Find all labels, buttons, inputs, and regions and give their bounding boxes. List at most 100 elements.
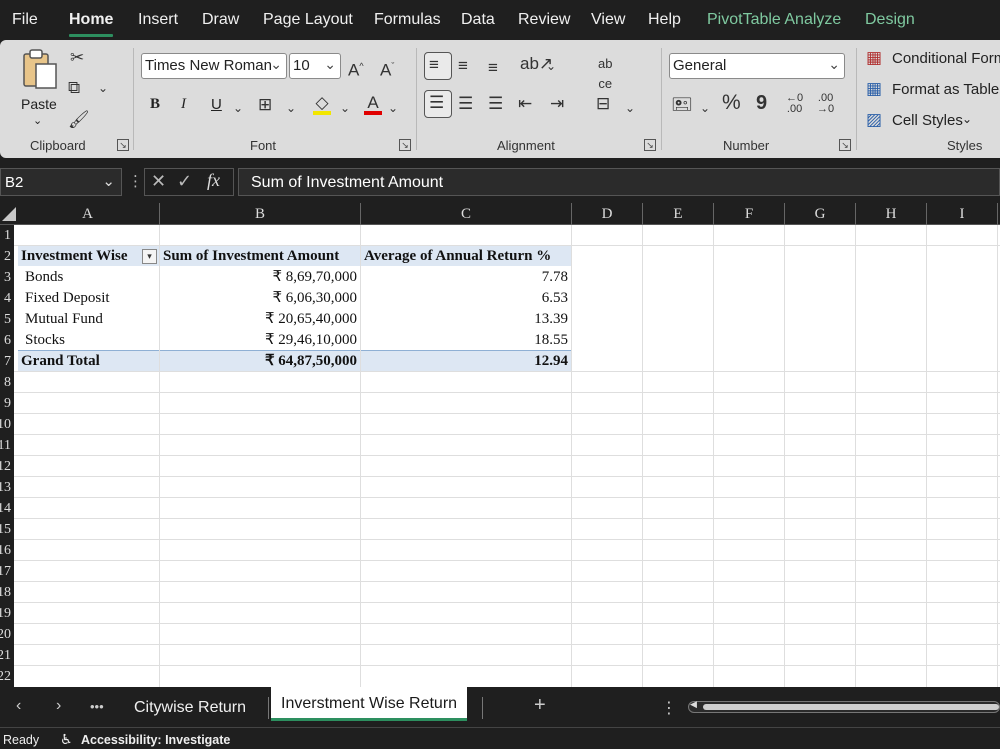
menu-insert[interactable]: Insert <box>138 11 178 29</box>
horizontal-scrollbar[interactable]: ◀ <box>688 699 1000 713</box>
col-header-d[interactable]: D <box>572 203 643 225</box>
pivot-grand-total-avg[interactable]: 12.94 <box>361 351 571 372</box>
more-options-icon[interactable]: ⋮ <box>661 698 677 718</box>
top-align-button[interactable]: ≡ <box>424 52 452 80</box>
borders-icon[interactable]: ⊞ <box>258 95 272 115</box>
chevron-down-icon[interactable]: ⌄ <box>340 98 350 118</box>
pivot-header-avg-return[interactable]: Average of Annual Return % <box>361 246 571 267</box>
row-header[interactable]: 1 <box>4 225 11 246</box>
font-size-select[interactable]: 10 ⌄ <box>289 53 341 79</box>
row-header[interactable]: 4 <box>4 288 11 309</box>
pivot-row-amount[interactable]: ₹ 29,46,10,000 <box>160 330 360 351</box>
chevron-down-icon[interactable]: ⌄ <box>625 98 635 118</box>
col-header-f[interactable]: F <box>714 203 785 225</box>
sheet-tab-investment-wise-return[interactable]: Inverstment Wise Return <box>271 687 468 721</box>
row-header[interactable]: 12 <box>0 456 11 477</box>
pivot-row-label[interactable]: Bonds <box>22 267 158 288</box>
align-left-button[interactable]: ☰ <box>424 90 452 118</box>
menu-data[interactable]: Data <box>461 11 495 29</box>
col-header-e[interactable]: E <box>643 203 714 225</box>
pivot-grand-total-label[interactable]: Grand Total <box>18 351 158 372</box>
row-header[interactable]: 13 <box>0 477 11 498</box>
row-header[interactable]: 2 <box>4 246 11 267</box>
pivot-row-amount[interactable]: ₹ 20,65,40,000 <box>160 309 360 330</box>
wrap-text-icon[interactable]: ab ce <box>598 54 612 94</box>
italic-button[interactable]: I <box>181 96 186 113</box>
pivot-row-avg[interactable]: 7.78 <box>361 267 571 288</box>
align-right-icon[interactable]: ☰ <box>488 94 503 114</box>
chevron-down-icon[interactable]: ⌄ <box>700 98 710 118</box>
align-center-icon[interactable]: ☰ <box>458 94 473 114</box>
copy-icon[interactable]: ⧉ <box>68 78 80 98</box>
font-color-icon[interactable]: A <box>364 93 382 115</box>
row-header[interactable]: 19 <box>0 603 11 624</box>
row-header[interactable]: 7 <box>4 351 11 372</box>
menu-page-layout[interactable]: Page Layout <box>263 11 353 29</box>
row-header[interactable]: 6 <box>4 330 11 351</box>
pivot-row-label[interactable]: Fixed Deposit <box>22 288 158 309</box>
scroll-left-icon[interactable]: ◀ <box>690 699 697 710</box>
row-header[interactable]: 11 <box>0 435 11 456</box>
pivot-row-amount[interactable]: ₹ 8,69,70,000 <box>160 267 360 288</box>
merge-center-icon[interactable]: ⊟ <box>596 94 610 114</box>
menu-help[interactable]: Help <box>648 11 681 29</box>
dialog-launcher-icon[interactable]: ↘ <box>839 139 851 151</box>
menu-pivottable-analyze[interactable]: PivotTable Analyze <box>707 11 841 29</box>
col-header-a[interactable]: A <box>16 203 160 225</box>
row-header[interactable]: 22 <box>0 666 11 687</box>
previous-sheet-icon[interactable]: ‹ <box>16 697 21 715</box>
cut-icon[interactable]: ✂ <box>70 48 84 68</box>
pivot-row-label[interactable]: Mutual Fund <box>22 309 158 330</box>
increase-decimal-icon[interactable]: ←0.00 <box>786 93 803 115</box>
pivot-row-amount[interactable]: ₹ 6,06,30,000 <box>160 288 360 309</box>
dialog-launcher-icon[interactable]: ↘ <box>399 139 411 151</box>
insert-function-icon[interactable]: fx <box>207 170 220 191</box>
sheet-tab-citywise-return[interactable]: Citywise Return <box>134 699 246 717</box>
filter-dropdown-icon[interactable]: ▾ <box>142 249 157 264</box>
menu-home[interactable]: Home <box>69 11 114 37</box>
col-header-b[interactable]: B <box>160 203 361 225</box>
next-sheet-icon[interactable]: › <box>56 697 61 715</box>
fill-color-icon[interactable]: ◇ <box>313 93 331 115</box>
add-sheet-icon[interactable]: + <box>534 694 546 717</box>
menu-review[interactable]: Review <box>518 11 570 29</box>
pivot-row-avg[interactable]: 18.55 <box>361 330 571 351</box>
pivot-grand-total-amount[interactable]: ₹ 64,87,50,000 <box>160 351 360 372</box>
chevron-down-icon[interactable]: ⌄ <box>98 78 108 98</box>
row-header[interactable]: 8 <box>4 372 11 393</box>
conditional-formatting-button[interactable]: ▦ Conditional Form <box>866 48 1000 70</box>
pivot-header-sum-amount[interactable]: Sum of Investment Amount <box>160 246 360 267</box>
row-header[interactable]: 14 <box>0 498 11 519</box>
col-header-c[interactable]: C <box>361 203 572 225</box>
chevron-down-icon[interactable]: ⌄ <box>233 98 243 118</box>
percent-style-button[interactable]: % <box>722 92 741 113</box>
pivot-row-label[interactable]: Stocks <box>22 330 158 351</box>
formula-input[interactable]: Sum of Investment Amount <box>238 168 1000 196</box>
col-header-i[interactable]: I <box>927 203 998 225</box>
bottom-align-icon[interactable]: ≡ <box>488 58 498 78</box>
name-box[interactable]: B2 ⌄ <box>0 168 122 196</box>
cancel-icon[interactable]: ✕ <box>151 171 166 192</box>
number-format-select[interactable]: General ⌄ <box>669 53 845 79</box>
paste-button[interactable]: Paste ⌄ <box>16 46 60 127</box>
chevron-down-icon[interactable]: ⌄ <box>546 56 556 76</box>
menu-design[interactable]: Design <box>865 11 915 29</box>
decrease-font-size-icon[interactable]: Aˇ <box>380 56 394 81</box>
pivot-header-investment-wise[interactable]: Investment Wise <box>18 246 140 267</box>
increase-indent-icon[interactable]: ⇥ <box>550 94 564 114</box>
col-header-h[interactable]: H <box>856 203 927 225</box>
row-header[interactable]: 17 <box>0 561 11 582</box>
menu-draw[interactable]: Draw <box>202 11 239 29</box>
row-header[interactable]: 20 <box>0 624 11 645</box>
enter-icon[interactable]: ✓ <box>177 171 192 192</box>
row-header[interactable]: 3 <box>4 267 11 288</box>
decrease-indent-icon[interactable]: ⇤ <box>518 94 532 114</box>
row-header[interactable]: 9 <box>4 393 11 414</box>
accounting-format-icon[interactable]: 🖭 <box>672 95 692 115</box>
format-as-table-button[interactable]: ▦ Format as Table <box>866 79 1000 101</box>
chevron-down-icon[interactable]: ⌄ <box>388 98 398 118</box>
format-painter-icon[interactable]: 🖌 <box>68 110 90 130</box>
accessibility-icon[interactable]: ♿ <box>60 731 73 748</box>
font-name-select[interactable]: Times New Roman ⌄ <box>141 53 287 79</box>
row-header[interactable]: 15 <box>0 519 11 540</box>
